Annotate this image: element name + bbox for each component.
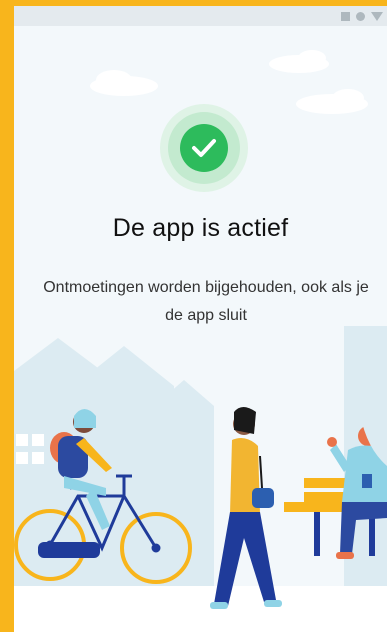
walking-woman bbox=[210, 407, 282, 609]
app-screen: De app is actief Ontmoetingen worden bij… bbox=[14, 6, 387, 632]
wifi-icon bbox=[371, 11, 383, 21]
status-message: Ontmoetingen worden bijgehouden, ook als… bbox=[43, 279, 369, 324]
page-title: De app is actief bbox=[112, 214, 289, 242]
content: De app is actief Ontmoetingen worden bij… bbox=[14, 26, 387, 632]
status-bar bbox=[14, 6, 387, 26]
system-status-icons bbox=[341, 10, 383, 22]
status-icon-halo bbox=[160, 104, 248, 192]
signal-icon bbox=[341, 11, 350, 21]
battery-icon bbox=[356, 11, 365, 21]
cloud-icon bbox=[90, 50, 368, 114]
check-circle-icon bbox=[180, 124, 228, 172]
